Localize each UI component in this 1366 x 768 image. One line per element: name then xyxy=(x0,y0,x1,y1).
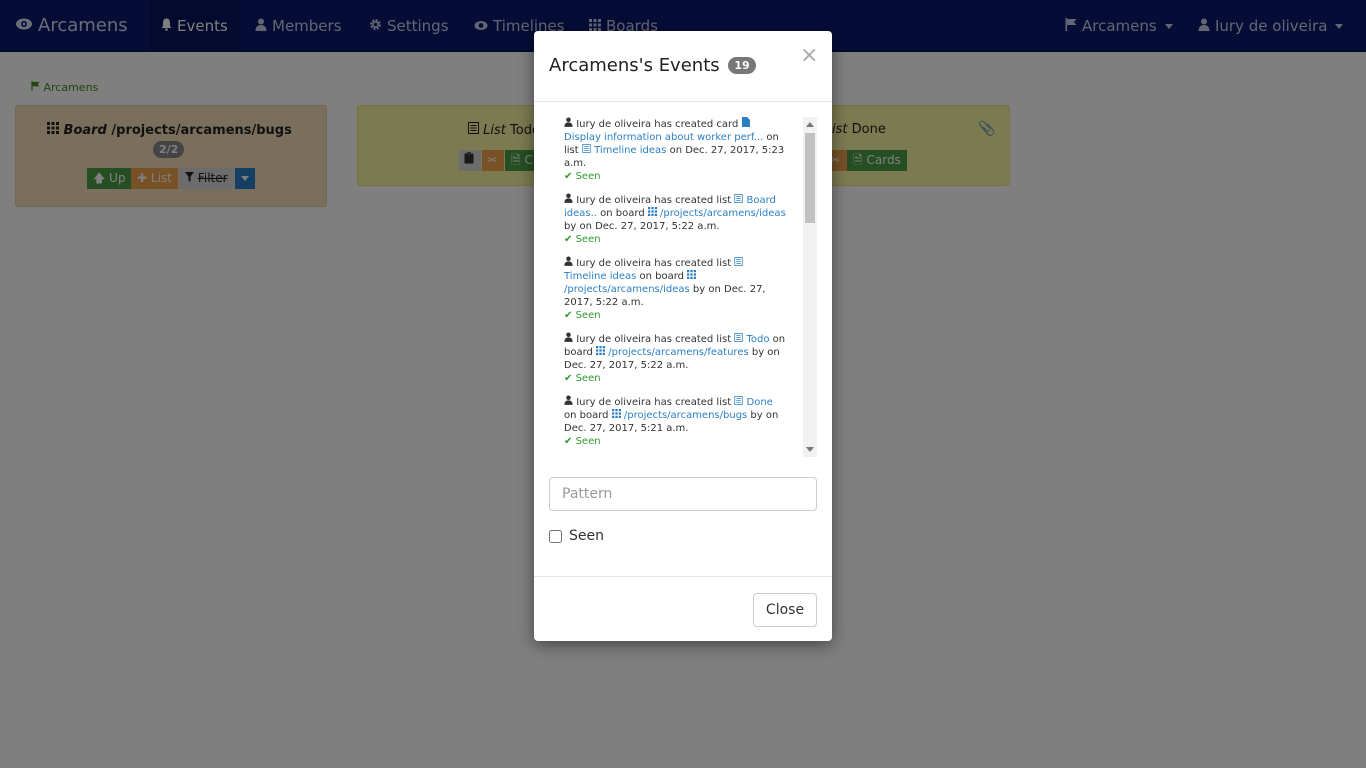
seen-checkbox[interactable] xyxy=(549,530,562,543)
list-icon xyxy=(582,144,591,156)
check-icon: ✔ xyxy=(564,373,573,384)
grid-icon xyxy=(687,270,697,282)
scroll-up-arrow[interactable] xyxy=(806,122,814,127)
grid-icon xyxy=(596,346,606,358)
event-text: Iury de oliveira has created list xyxy=(576,258,732,269)
seen-status: ✔ Seen xyxy=(564,171,601,182)
event-item: Iury de oliveira has created list Todo o… xyxy=(564,332,788,385)
check-icon: ✔ xyxy=(564,171,573,182)
event-link-secondary[interactable]: Timeline ideas xyxy=(582,144,666,156)
grid-icon xyxy=(647,207,657,219)
events-list: Iury de oliveira has created card Displa… xyxy=(564,117,788,457)
modal-footer-divider xyxy=(534,576,832,577)
close-icon[interactable]: × xyxy=(800,43,818,68)
event-link-secondary[interactable]: /projects/arcamens/ideas xyxy=(647,207,786,219)
events-scrollbar[interactable] xyxy=(803,117,817,457)
file-icon xyxy=(741,117,750,130)
event-item: Iury de oliveira has created list Board … xyxy=(564,193,788,246)
event-text: Iury de oliveira has created list xyxy=(576,334,732,345)
event-item: Iury de oliveira has created list Done o… xyxy=(564,395,788,448)
events-count-badge: 19 xyxy=(728,57,756,74)
list-icon xyxy=(734,396,743,408)
seen-status: ✔ Seen xyxy=(564,373,601,384)
user-icon xyxy=(564,193,573,206)
event-text: Iury de oliveira has created list xyxy=(576,397,732,408)
seen-status: ✔ Seen xyxy=(564,310,601,321)
event-link-secondary[interactable]: /projects/arcamens/bugs xyxy=(611,409,747,421)
pattern-input[interactable] xyxy=(549,477,817,511)
list-icon xyxy=(734,333,743,345)
user-icon xyxy=(564,332,573,345)
event-item: Iury de oliveira has created list Timeli… xyxy=(564,256,788,322)
check-icon: ✔ xyxy=(564,436,573,447)
seen-status: ✔ Seen xyxy=(564,234,601,245)
event-text-mid: on board xyxy=(596,208,648,219)
event-link-primary[interactable]: Todo xyxy=(734,333,770,345)
event-text-post: by on Dec. 27, 2017, 5:22 a.m. xyxy=(564,221,720,232)
seen-checkbox-label: Seen xyxy=(569,528,604,544)
event-text-mid: on board xyxy=(636,271,688,282)
events-scroll-area[interactable]: Iury de oliveira has created card Displa… xyxy=(549,117,817,457)
event-text: Iury de oliveira has created list xyxy=(576,195,732,206)
scroll-down-arrow[interactable] xyxy=(806,447,814,452)
check-icon: ✔ xyxy=(564,234,573,245)
user-icon xyxy=(564,117,573,130)
seen-status: ✔ Seen xyxy=(564,436,601,447)
modal-title-text: Arcamens's Events xyxy=(549,55,720,76)
list-icon xyxy=(734,257,743,269)
check-icon: ✔ xyxy=(564,310,573,321)
modal-title: Arcamens's Events 19 xyxy=(549,55,756,76)
event-link-secondary[interactable]: /projects/arcamens/features xyxy=(596,346,749,358)
list-icon xyxy=(734,194,743,206)
event-text-mid: on board xyxy=(564,410,612,421)
events-modal: Arcamens's Events 19 × Iury de oliveira … xyxy=(534,31,832,641)
user-icon xyxy=(564,395,573,408)
close-button[interactable]: Close xyxy=(753,593,817,627)
event-link-primary[interactable]: Done xyxy=(734,396,773,408)
event-text: Iury de oliveira has created card xyxy=(576,119,739,130)
scroll-thumb[interactable] xyxy=(805,133,815,223)
grid-icon xyxy=(611,409,621,421)
modal-header: Arcamens's Events 19 × xyxy=(534,31,832,102)
event-item: Iury de oliveira has created card Displa… xyxy=(564,117,788,183)
user-icon xyxy=(564,256,573,269)
